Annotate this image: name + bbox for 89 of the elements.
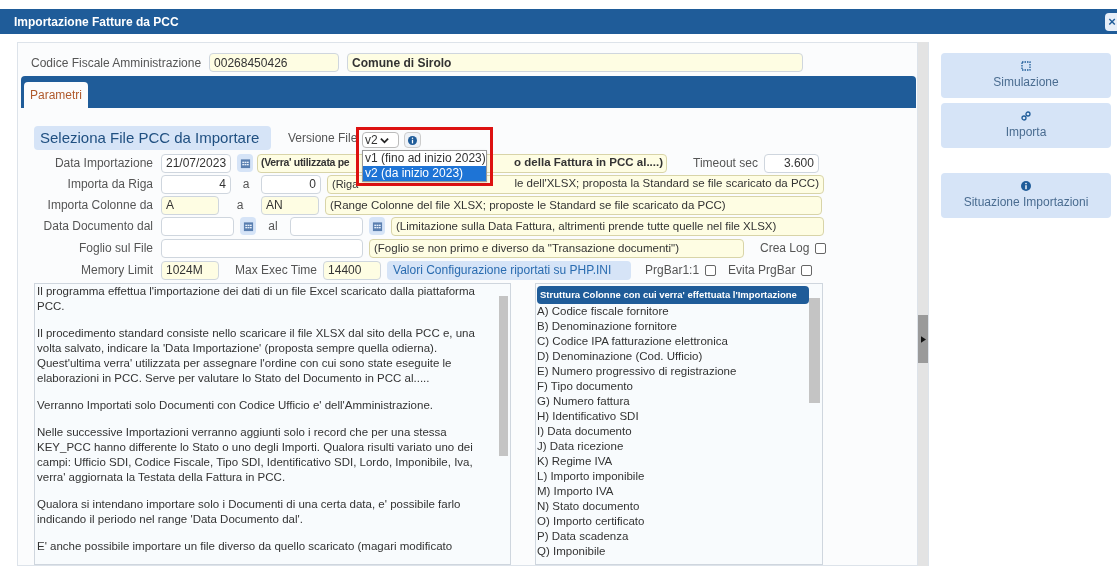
hint-text: (Range Colonne del file XLSX; proposte le Standard se file scaricato da PCC) (325, 195, 822, 215)
chevron-icon (379, 135, 389, 145)
selection-icon (1021, 60, 1031, 71)
field-label: Importa da Riga (66, 176, 153, 193)
calendar-button[interactable] (237, 154, 253, 172)
caret-icon (920, 335, 926, 343)
input-field[interactable]: 0 (261, 174, 321, 194)
tab[interactable]: Parametri (24, 82, 88, 108)
list-item: L) Importo imponibile (536, 469, 646, 484)
hint-text: (Foglio se non primo e diverso da "Transazione documenti") (369, 238, 744, 258)
dropdown-option[interactable]: v1 (fino ad inizio 2023) (363, 151, 486, 166)
field-label: al (267, 218, 279, 235)
calendar-icon (242, 220, 254, 232)
field-label: Data Importazione (53, 155, 153, 172)
description-text: Nelle successive Importazioni verranno aggiunti solo i record che per una stessa KEY_PCC hanno differente lo Stato o uno degli Importi. Qualora risulti variato uno dei campi: Ufficio SDI, Codice Fiscale, Tipo SDI, Identificativo SDI, Lordo, Imponibile, Iva, verra' aggiornata la Testata della Fattura in PCC. (37, 425, 474, 485)
field-label: Timeout sec (693, 155, 758, 172)
info-text: Valori Configurazione riportati su PHP.INI (387, 260, 632, 280)
input-field[interactable]: 4 (161, 174, 231, 194)
input-field[interactable]: 21/07/2023 (161, 153, 231, 173)
field-label: Max Exec Time (235, 262, 318, 279)
link-icon (1021, 110, 1031, 121)
input-field[interactable]: 00268450426 (209, 53, 340, 72)
description-text: Il programma effettua l'importazione dei dati di un file Excel scaricato dalla piattaforma PCC. (37, 284, 476, 314)
hint-text: le dell'XLSX; proposta la Standard se file scaricato da PCC) (514, 176, 819, 192)
checkbox[interactable] (705, 264, 717, 276)
calendar-icon (239, 157, 251, 169)
field-label: Memory Limit (80, 262, 153, 279)
input-field[interactable]: 3.600 (763, 153, 819, 173)
list-item: I) Data documento (536, 424, 633, 439)
input-field[interactable] (161, 238, 363, 258)
list-item: M) Importo IVA (536, 484, 615, 499)
info-icon (408, 135, 417, 145)
list-item: O) Importo certificato (536, 514, 646, 529)
field-label: Codice Fiscale Amministrazione (31, 54, 202, 72)
list-item: J) Data ricezione (536, 439, 625, 454)
field-label: Data Documento dal (42, 218, 153, 235)
splitter-handle[interactable] (918, 315, 928, 363)
list-item: A) Codice fiscale fornitore (536, 304, 670, 319)
calendar-button[interactable] (240, 217, 256, 235)
info-button[interactable] (404, 132, 421, 148)
field-label: PrgBar1:1 (645, 262, 700, 279)
field-label: a (241, 176, 251, 193)
field-label: Crea Log (760, 240, 810, 257)
checkbox[interactable] (801, 264, 813, 276)
list-item: B) Denominazione fornitore (536, 319, 678, 334)
description-text: E' anche possibile importare un file diverso da quello scaricato (magari modificato (37, 539, 454, 554)
info-icon (1021, 180, 1031, 191)
close-button[interactable]: × (1105, 13, 1117, 31)
field-label: Importa Colonne da (46, 197, 153, 214)
description-text: Qualora si intendano importare solo i Documenti di una certa data, e' possibile farlo indicando il periodo nel range 'Data Documento dal'. (37, 497, 462, 527)
calendar-icon (371, 220, 383, 232)
input-field[interactable]: 14400 (323, 260, 382, 280)
version-dropdown[interactable]: v2 (362, 132, 399, 148)
list-item: H) Identificativo SDI (536, 409, 640, 424)
scrollbar-thumb[interactable] (499, 296, 508, 456)
window-title: Importazione Fatture da PCC (14, 13, 179, 31)
input-field[interactable]: AN (261, 195, 319, 215)
list-item: Q) Imponibile (536, 544, 607, 559)
checkbox[interactable] (815, 242, 827, 254)
field-label: Versione File (288, 130, 358, 147)
list-item: C) Codice IPA fatturazione elettronica (536, 334, 729, 349)
scrollbar-thumb[interactable] (809, 298, 820, 403)
field-label: Foglio sul File (77, 240, 153, 257)
input-field[interactable]: A (161, 195, 219, 215)
action-button[interactable]: Situazione Importazioni (941, 173, 1111, 218)
field-label: Evita PrgBar (728, 262, 796, 279)
list-header: Struttura Colonne con cui verra' effettuata l'Importazione (537, 286, 809, 304)
input-field[interactable] (290, 216, 363, 236)
list-item: E) Numero progressivo di registrazione (536, 364, 738, 379)
description-text: Verranno Importati solo Documenti con Codice Ufficio e' dell'Amministrazione. (37, 398, 434, 413)
field-label: a (235, 197, 245, 214)
dropdown-option[interactable]: v2 (da inizio 2023) (363, 166, 486, 181)
hint-text: (Limitazione sulla Data Fattura, altrimenti prende tutte quelle nel file XLSX) (391, 216, 824, 236)
section-title: Seleziona File PCC da Importare (34, 126, 271, 150)
list-item: D) Denominazione (Cod. Ufficio) (536, 349, 704, 364)
list-item: N) Stato documento (536, 499, 641, 514)
action-button[interactable]: Importa (941, 103, 1111, 148)
list-item: G) Numero fattura (536, 394, 631, 409)
list-item: F) Tipo documento (536, 379, 634, 394)
hint-text: (Verra' utilizzata pe (261, 155, 350, 171)
input-field[interactable] (161, 216, 234, 236)
hint-text: o della Fattura in PCC al....) (514, 155, 663, 171)
list-item: K) Regime IVA (536, 454, 614, 469)
input-field[interactable]: 1024M (161, 260, 219, 280)
input-field[interactable]: Comune di Sirolo (347, 53, 804, 72)
calendar-button[interactable] (369, 217, 385, 235)
description-text: Il procedimento standard consiste nello scaricare il file XLSX dal sito della PCC e, una volta salvato, indicare la 'Data Importazione' (proposta sempre quella odierna). Quest'ultima verra' utilizzata per assegnare l'ordine con cui sono state eseguite le elaborazioni in PCC. Serve per valutare lo Stato del Documento in PCC al..... (37, 326, 476, 386)
action-button[interactable]: Simulazione (941, 53, 1111, 98)
list-item: P) Data scadenza (536, 529, 630, 544)
